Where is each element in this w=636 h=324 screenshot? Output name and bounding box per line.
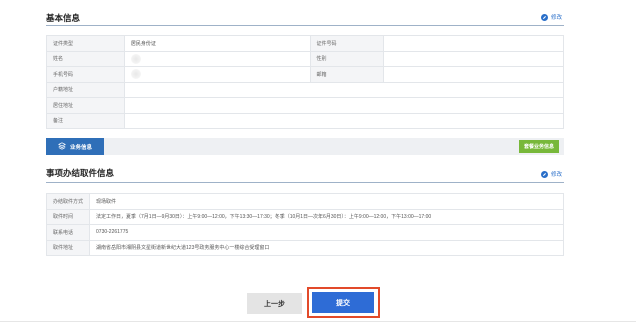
table-row: 联系电话 0730-2261775: [45, 224, 564, 241]
id-number-label: 证件号码: [309, 35, 385, 52]
id-type-label: 证件类型: [46, 35, 125, 52]
gender-value: [383, 50, 564, 67]
tab-business-info[interactable]: 业务信息: [46, 138, 104, 155]
gender-label: 性别: [309, 50, 385, 67]
contact-phone-value: 0730-2261775: [89, 224, 564, 241]
edit-pencil-icon: [541, 170, 548, 178]
pickup-address-label: 取件地址: [45, 239, 91, 256]
pickup-info-table: 办结取件方式 现场取件 取件时间 法定工作日，夏季（7月1日—9月30日）：上午…: [45, 193, 564, 256]
business-info-bar: 业务信息 套餐业务信息: [46, 138, 564, 155]
basic-info-table: 证件类型 居民身份证 证件号码 姓名 性别 手机号码 邮箱 户籍地址 居住地址 …: [46, 35, 565, 129]
table-row: 办结取件方式 现场取件: [45, 193, 564, 210]
basic-info-title: 基本信息: [46, 13, 81, 23]
pickup-method-label: 办结取件方式: [45, 193, 91, 210]
remark-label: 备注: [46, 112, 125, 129]
table-row: 姓名 性别: [46, 50, 564, 67]
basic-info-divider: [46, 25, 564, 26]
household-address-value: [123, 81, 565, 98]
table-row: 户籍地址: [46, 81, 565, 98]
redacted-phone-blur: [130, 69, 141, 80]
email-label: 邮箱: [309, 66, 385, 83]
remark-value: [123, 112, 565, 129]
basic-info-edit-link[interactable]: 修改: [541, 13, 562, 21]
name-label: 姓名: [46, 50, 125, 67]
edit-pencil-icon: [541, 13, 548, 21]
pickup-info-edit-label: 修改: [551, 172, 563, 178]
table-row: 手机号码 邮箱: [46, 66, 564, 83]
phone-value: [123, 66, 311, 83]
pickup-time-value: 法定工作日，夏季（7月1日—9月30日）：上午9:00—12:00，下午13:3…: [89, 208, 564, 225]
pickup-info-divider: [46, 182, 564, 183]
package-business-info-button[interactable]: 套餐业务信息: [518, 140, 559, 153]
residence-address-label: 居住地址: [46, 97, 125, 114]
basic-info-edit-label: 修改: [551, 15, 563, 21]
tab-business-info-label: 业务信息: [69, 144, 92, 151]
residence-address-value: [123, 97, 565, 114]
pickup-address-value: 湖南省岳阳市湘阴县文星街道新世纪大道123号政务服务中心一楼综合受理窗口: [89, 239, 564, 256]
name-value: [123, 50, 311, 67]
pickup-info-edit-link[interactable]: 修改: [541, 170, 562, 178]
pickup-time-label: 取件时间: [45, 208, 91, 225]
submit-button[interactable]: 提交: [312, 292, 374, 313]
contact-phone-label: 联系电话: [45, 224, 91, 241]
table-row: 取件时间 法定工作日，夏季（7月1日—9月30日）：上午9:00—12:00，下…: [45, 208, 564, 225]
layers-icon: [57, 141, 66, 152]
pickup-info-title: 事项办结取件信息: [46, 168, 115, 178]
table-row: 备注: [46, 112, 565, 129]
table-row: 证件类型 居民身份证 证件号码: [46, 35, 564, 52]
previous-step-button[interactable]: 上一步: [247, 293, 302, 314]
email-value: [383, 66, 564, 83]
id-type-value: 居民身份证: [123, 35, 311, 52]
redacted-name-blur: [130, 53, 141, 64]
table-row: 取件地址 湖南省岳阳市湘阴县文星街道新世纪大道123号政务服务中心一楼综合受理窗…: [45, 239, 564, 256]
page-bottom-divider: [0, 321, 636, 322]
table-row: 居住地址: [46, 97, 565, 114]
household-address-label: 户籍地址: [46, 81, 125, 98]
id-number-value: [383, 35, 564, 52]
pickup-method-value: 现场取件: [89, 193, 564, 210]
phone-label: 手机号码: [46, 66, 125, 83]
